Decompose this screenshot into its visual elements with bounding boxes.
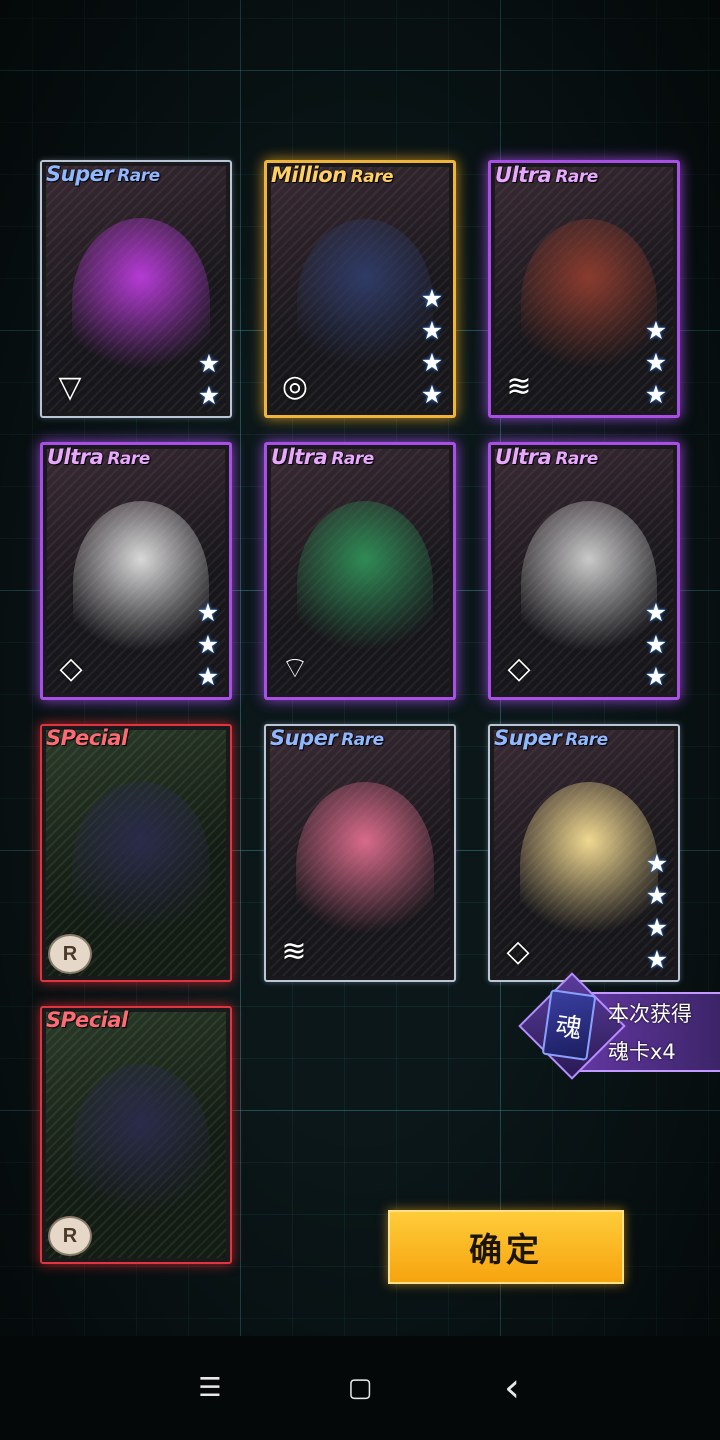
- diamond-class-icon: ◇: [59, 651, 83, 686]
- character-portrait: [521, 501, 657, 667]
- rarity-main: Ultra: [47, 445, 104, 469]
- rarity-main: Super: [494, 726, 562, 750]
- rarity-sub: Rare: [350, 167, 394, 187]
- rarity-sub: Rare: [555, 449, 598, 469]
- result-card[interactable]: Ultra Rare ⌔: [264, 442, 456, 700]
- star-rating: ★ ★ ★ ★: [642, 848, 672, 974]
- rarity-main: Ultra: [495, 445, 552, 469]
- character-portrait: [72, 218, 210, 386]
- star-icon: ★: [644, 347, 668, 377]
- result-card[interactable]: Super Rare ≋: [264, 724, 456, 982]
- soul-reward-count: 魂卡x4: [608, 1040, 676, 1064]
- rarity-sub: Rare: [117, 166, 160, 186]
- star-icon: ★: [645, 848, 669, 878]
- result-card[interactable]: Million Rare ★ ★ ★ ★ ◎: [264, 160, 456, 418]
- system-navbar: ☰ ▢ ‹: [0, 1336, 720, 1440]
- character-portrait: [520, 782, 658, 950]
- star-icon: ★: [197, 348, 221, 378]
- rarity-label: SPecial: [46, 726, 128, 750]
- soul-reward-banner: 魂 本次获得 魂卡x4: [518, 972, 720, 1080]
- rarity-main: SPecial: [46, 726, 128, 750]
- rarity-label: Ultra Rare: [47, 445, 150, 469]
- star-icon: ★: [645, 880, 669, 910]
- rarity-main: Ultra: [271, 445, 328, 469]
- soul-reward-title: 本次获得: [608, 1002, 692, 1026]
- rarity-sub: Rare: [341, 730, 384, 750]
- rarity-sub: Rare: [565, 730, 608, 750]
- triangle-class-icon: ▽: [58, 370, 82, 405]
- rarity-label: Million Rare: [271, 163, 394, 187]
- r-badge-icon: R: [48, 1216, 92, 1256]
- star-icon: ★: [196, 629, 220, 659]
- character-portrait: [72, 1064, 210, 1232]
- r-badge-icon: R: [48, 934, 92, 974]
- result-card[interactable]: Ultra Rare ★ ★ ★ ◇: [488, 442, 680, 700]
- result-card[interactable]: SPecial R: [40, 724, 232, 982]
- rarity-sub: Rare: [555, 167, 598, 187]
- chevron-class-icon: ≋: [281, 934, 307, 969]
- confirm-button[interactable]: 确定: [388, 1210, 624, 1284]
- character-portrait: [72, 782, 210, 950]
- star-icon: ★: [420, 347, 444, 377]
- rarity-label: Super Rare: [270, 726, 384, 750]
- result-card[interactable]: Super Rare ★ ★ ★ ★ ◇: [488, 724, 680, 982]
- rarity-label: Super Rare: [494, 726, 608, 750]
- rarity-sub: Rare: [107, 449, 150, 469]
- star-icon: ★: [645, 912, 669, 942]
- menu-icon[interactable]: ☰: [188, 1366, 232, 1410]
- soul-card-icon: 魂: [541, 989, 597, 1061]
- star-icon: ★: [644, 629, 668, 659]
- star-icon: ★: [420, 379, 444, 409]
- star-rating: ★ ★: [194, 348, 224, 410]
- rarity-label: Super Rare: [46, 162, 160, 186]
- rarity-label: SPecial: [46, 1008, 128, 1032]
- diamond-class-icon: ◇: [506, 934, 530, 969]
- result-card[interactable]: Ultra Rare ★ ★ ★ ◇: [40, 442, 232, 700]
- back-icon[interactable]: ‹: [490, 1366, 534, 1410]
- rarity-label: Ultra Rare: [495, 445, 598, 469]
- star-icon: ★: [197, 380, 221, 410]
- star-icon: ★: [644, 597, 668, 627]
- rarity-sub: Rare: [331, 449, 374, 469]
- star-icon: ★: [420, 283, 444, 313]
- result-card[interactable]: Ultra Rare ★ ★ ★ ≋: [488, 160, 680, 418]
- character-portrait: [73, 501, 209, 667]
- rarity-main: SPecial: [46, 1008, 128, 1032]
- star-rating: ★ ★ ★: [641, 315, 671, 409]
- rarity-label: Ultra Rare: [271, 445, 374, 469]
- wifi-class-icon: ⌔: [280, 651, 310, 686]
- rarity-main: Ultra: [495, 163, 552, 187]
- result-card[interactable]: SPecial R: [40, 1006, 232, 1264]
- star-icon: ★: [420, 315, 444, 345]
- rarity-main: Super: [46, 162, 114, 186]
- rarity-main: Million: [271, 163, 347, 187]
- star-icon: ★: [196, 661, 220, 691]
- chevron-class-icon: ≋: [506, 369, 532, 404]
- result-card[interactable]: Super Rare ★ ★ ▽: [40, 160, 232, 418]
- character-portrait: [297, 501, 433, 667]
- ring-class-icon: ◎: [281, 369, 309, 404]
- star-icon: ★: [644, 379, 668, 409]
- star-rating: ★ ★ ★: [641, 597, 671, 691]
- star-icon: ★: [196, 597, 220, 627]
- star-icon: ★: [644, 315, 668, 345]
- star-icon: ★: [645, 944, 669, 974]
- character-portrait: [296, 782, 434, 950]
- star-rating: ★ ★ ★: [193, 597, 223, 691]
- diamond-class-icon: ◇: [507, 651, 531, 686]
- rarity-main: Super: [270, 726, 338, 750]
- character-portrait: [521, 219, 657, 385]
- character-portrait: [297, 219, 433, 385]
- star-rating: ★ ★ ★ ★: [417, 283, 447, 409]
- home-icon[interactable]: ▢: [338, 1366, 382, 1410]
- rarity-label: Ultra Rare: [495, 163, 598, 187]
- star-icon: ★: [644, 661, 668, 691]
